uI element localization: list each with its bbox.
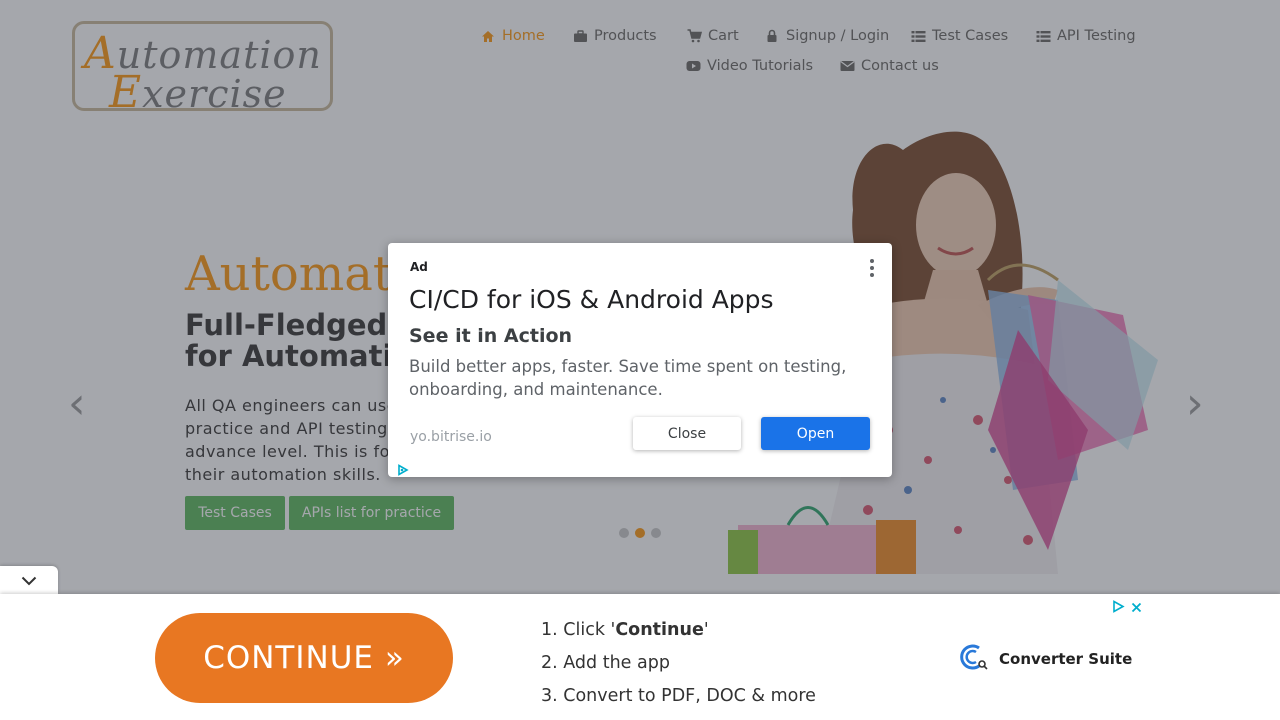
close-button[interactable]: Close [633, 417, 741, 450]
ad-steps-list: 1. Click 'Continue' 2. Add the app 3. Co… [541, 614, 816, 713]
bottom-ad-content[interactable]: CONTINUE » 1. Click 'Continue' 2. Add th… [138, 594, 1144, 720]
ad-modal: Ad CI/CD for iOS & Android Apps See it i… [388, 243, 892, 477]
adchoices-icon[interactable] [397, 461, 409, 480]
adchoices-icon[interactable] [1112, 598, 1125, 617]
ad-description: Build better apps, faster. Save time spe… [409, 357, 847, 399]
ad-subheadline: See it in Action [409, 325, 573, 347]
ad-step: 2. Add the app [541, 653, 670, 673]
ad-step: 3. Convert to PDF, DOC & more [541, 686, 816, 706]
chevron-down-icon [21, 571, 37, 590]
continue-button[interactable]: CONTINUE » [155, 613, 453, 703]
collapse-banner-tab[interactable] [0, 566, 58, 594]
ad-headline[interactable]: CI/CD for iOS & Android Apps [409, 285, 774, 314]
more-options-icon[interactable] [868, 259, 876, 277]
open-button[interactable]: Open [761, 417, 870, 450]
converter-logo-icon [959, 642, 989, 676]
ad-label: Ad [410, 260, 428, 274]
converter-brand-name: Converter Suite [999, 650, 1133, 668]
banner-ad-controls [1112, 598, 1142, 617]
bottom-ad-banner: CONTINUE » 1. Click 'Continue' 2. Add th… [0, 594, 1280, 720]
ad-step: 1. Click 'Continue' [541, 620, 709, 640]
close-icon[interactable] [1131, 598, 1142, 617]
converter-suite-brand: Converter Suite [959, 642, 1132, 676]
ad-url[interactable]: yo.bitrise.io [410, 429, 492, 445]
